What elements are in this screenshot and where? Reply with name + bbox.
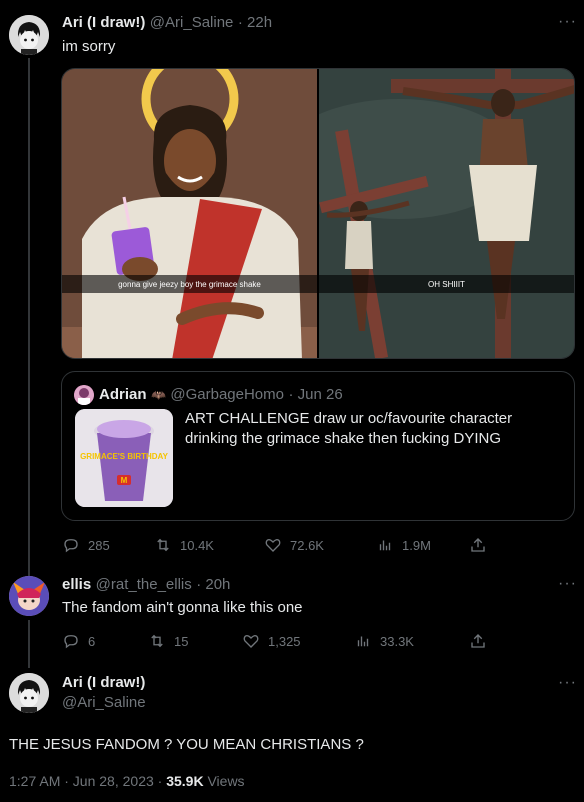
avatar-ari-icon bbox=[9, 15, 49, 55]
quote-thumbnail[interactable]: GRIMACE'S BIRTHDAY M bbox=[75, 409, 173, 507]
tweet2-actions: 6 15 1,325 33.3K bbox=[62, 631, 482, 651]
tweet2-retweet-button[interactable]: 15 bbox=[148, 632, 242, 650]
quote-avatar[interactable] bbox=[74, 385, 94, 405]
svg-text:M: M bbox=[121, 476, 128, 485]
thread-line-2 bbox=[28, 620, 30, 668]
tweet3-views-label: Views bbox=[207, 773, 245, 789]
avatar-ellis-icon bbox=[9, 576, 49, 616]
tweet1-media[interactable]: gonna give jeezy boy the grimace shake O… bbox=[61, 68, 575, 359]
jesus-drawing-image bbox=[62, 69, 317, 358]
tweet1-time[interactable]: 22h bbox=[247, 14, 272, 31]
crucifixion-drawing-image bbox=[319, 69, 574, 358]
tweet3-more-icon[interactable]: ··· bbox=[558, 674, 577, 692]
share-icon bbox=[471, 538, 485, 552]
bat-emoji-icon: 🦇 bbox=[150, 388, 166, 402]
retweet-icon bbox=[157, 538, 169, 552]
reply-icon bbox=[64, 539, 78, 553]
tweet1-retweet-count: 10.4K bbox=[180, 537, 214, 553]
tweet2-views-button[interactable]: 33.3K bbox=[354, 632, 450, 650]
media-right-caption: OH SHIIIT bbox=[319, 275, 574, 293]
tweet2-more-icon[interactable]: ··· bbox=[558, 575, 577, 593]
tweet1-text: im sorry bbox=[62, 38, 116, 55]
avatar-ari[interactable] bbox=[9, 15, 49, 55]
tweet2-separator: · bbox=[196, 576, 206, 593]
tweet1-more-icon[interactable]: ··· bbox=[558, 13, 577, 31]
views-icon bbox=[379, 540, 391, 551]
views-icon bbox=[357, 636, 369, 647]
tweet1-share-button[interactable] bbox=[469, 536, 487, 554]
tweet1-header: Ari (I draw!) @Ari_Saline · 22h bbox=[62, 14, 272, 32]
tweet2-reply-count: 6 bbox=[88, 633, 96, 649]
quote-date[interactable]: Jun 26 bbox=[298, 386, 343, 403]
tweet1-like-button[interactable]: 72.6K bbox=[264, 536, 376, 554]
tweet1-author-handle[interactable]: @Ari_Saline bbox=[150, 14, 234, 31]
tweet1-retweet-button[interactable]: 10.4K bbox=[154, 536, 264, 554]
media-left-caption: gonna give jeezy boy the grimace shake bbox=[62, 275, 317, 293]
tweet3-author-handle[interactable]: @Ari_Saline bbox=[62, 694, 146, 711]
tweet1-reply-count: 285 bbox=[88, 537, 110, 553]
tweet2-view-count: 33.3K bbox=[380, 633, 414, 649]
quote-tweet[interactable]: Adrian 🦇 @GarbageHomo · Jun 26 GRIMACE'S… bbox=[61, 371, 575, 521]
avatar-ari-focused-icon bbox=[9, 673, 49, 713]
tweet2-retweet-count: 15 bbox=[174, 633, 189, 649]
tweet1-views-button[interactable]: 1.9M bbox=[376, 536, 472, 554]
tweet1-separator: · bbox=[237, 14, 248, 31]
tweet3-timestamp[interactable]: 1:27 AM · Jun 28, 2023 · bbox=[9, 773, 162, 789]
quote-cup-label: GRIMACE'S BIRTHDAY bbox=[80, 452, 169, 461]
tweet3-text: THE JESUS FANDOM ? YOU MEAN CHRISTIANS ? bbox=[9, 736, 364, 753]
tweet1-like-count: 72.6K bbox=[290, 537, 324, 553]
quote-author-handle[interactable]: @GarbageHomo bbox=[170, 386, 284, 403]
tweet2-like-count: 1,325 bbox=[268, 633, 301, 649]
tweet2-reply-button[interactable]: 6 bbox=[62, 632, 148, 650]
tweet2-like-button[interactable]: 1,325 bbox=[242, 632, 354, 650]
tweet2-author-handle[interactable]: @rat_the_ellis bbox=[96, 576, 192, 593]
quote-avatar-icon bbox=[74, 385, 94, 405]
quote-header: Adrian 🦇 @GarbageHomo · Jun 26 bbox=[99, 386, 343, 404]
media-right-panel[interactable]: OH SHIIIT bbox=[319, 69, 574, 358]
tweet2-time[interactable]: 20h bbox=[205, 576, 230, 593]
media-left-panel[interactable]: gonna give jeezy boy the grimace shake bbox=[62, 69, 317, 358]
avatar-ari-focused[interactable] bbox=[9, 673, 49, 713]
quote-separator: · bbox=[288, 386, 298, 403]
heart-icon bbox=[265, 538, 281, 552]
tweet2-header: ellis @rat_the_ellis · 20h bbox=[62, 576, 230, 594]
tweet3-meta: 1:27 AM · Jun 28, 2023 · 35.9K Views bbox=[9, 773, 245, 789]
tweet1-actions: 285 10.4K 72.6K 1.9M bbox=[62, 535, 482, 555]
tweet1-author-name[interactable]: Ari (I draw!) bbox=[62, 14, 145, 31]
tweet3-views-count: 35.9K bbox=[166, 773, 204, 789]
heart-icon bbox=[243, 634, 259, 648]
quote-author-name[interactable]: Adrian bbox=[99, 386, 147, 403]
avatar-ellis[interactable] bbox=[9, 576, 49, 616]
tweet2-text: The fandom ain't gonna like this one bbox=[62, 599, 303, 616]
thread-line-1 bbox=[28, 58, 30, 578]
quote-text: ART CHALLENGE draw ur oc/favourite chara… bbox=[185, 410, 513, 447]
tweet3-author-name[interactable]: Ari (I draw!) bbox=[62, 674, 145, 691]
reply-icon bbox=[64, 635, 78, 649]
tweet1-view-count: 1.9M bbox=[402, 537, 431, 553]
tweet2-author-name[interactable]: ellis bbox=[62, 576, 91, 593]
share-icon bbox=[471, 634, 485, 648]
grimace-shake-image: GRIMACE'S BIRTHDAY M bbox=[75, 409, 173, 507]
tweet1-reply-button[interactable]: 285 bbox=[62, 536, 154, 554]
tweet2-share-button[interactable] bbox=[469, 632, 487, 650]
retweet-icon bbox=[151, 634, 163, 648]
